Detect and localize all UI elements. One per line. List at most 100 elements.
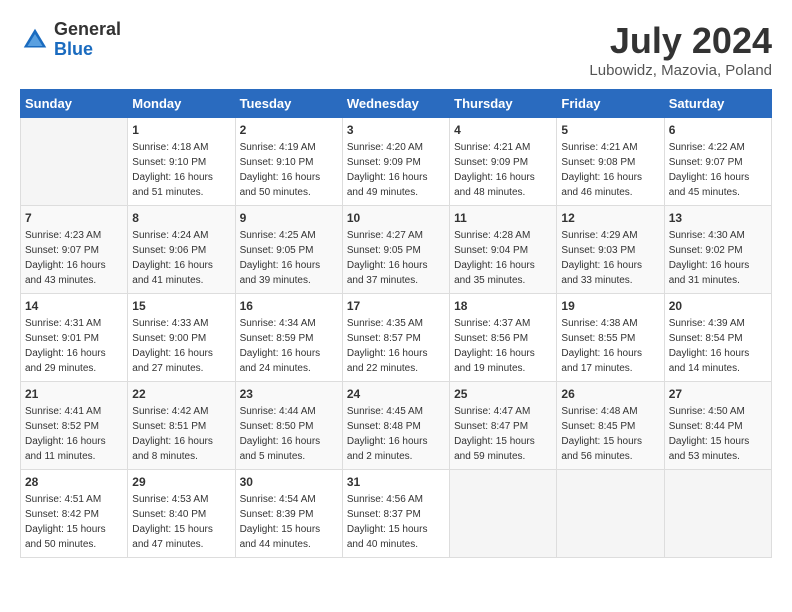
day-number: 11 — [454, 211, 552, 225]
calendar-week-row: 1Sunrise: 4:18 AMSunset: 9:10 PMDaylight… — [21, 118, 772, 206]
calendar-day-cell: 4 Sunrise: 4:21 AMSunset: 9:09 PMDaylight… — [450, 118, 557, 206]
month-year: July 2024 — [589, 20, 772, 62]
day-number: 16 — [240, 299, 338, 313]
calendar-day-cell — [664, 470, 771, 558]
day-info: Sunrise: 4:41 AMSunset: 8:52 PMDaylight:… — [25, 404, 123, 464]
day-info: Sunrise: 4:56 AMSunset: 8:37 PMDaylight:… — [347, 492, 445, 552]
calendar-day-cell: 11 Sunrise: 4:28 AMSunset: 9:04 PMDayligh… — [450, 206, 557, 294]
day-number: 20 — [669, 299, 767, 313]
calendar-day-cell: 22 Sunrise: 4:42 AMSunset: 8:51 PMDayligh… — [128, 382, 235, 470]
day-number: 27 — [669, 387, 767, 401]
logo-icon — [20, 25, 50, 55]
calendar-day-cell: 14 Sunrise: 4:31 AMSunset: 9:01 PMDayligh… — [21, 294, 128, 382]
day-info: Sunrise: 4:21 AMSunset: 9:08 PMDaylight:… — [561, 140, 659, 200]
day-info: Sunrise: 4:22 AMSunset: 9:07 PMDaylight:… — [669, 140, 767, 200]
calendar-day-cell: 10Sunrise: 4:27 AMSunset: 9:05 PMDayligh… — [342, 206, 449, 294]
day-info: Sunrise: 4:20 AMSunset: 9:09 PMDaylight:… — [347, 140, 445, 200]
day-info: Sunrise: 4:25 AMSunset: 9:05 PMDaylight:… — [240, 228, 338, 288]
calendar-day-cell: 29 Sunrise: 4:53 AMSunset: 8:40 PMDayligh… — [128, 470, 235, 558]
day-number: 4 — [454, 123, 552, 137]
calendar-week-row: 21Sunrise: 4:41 AMSunset: 8:52 PMDayligh… — [21, 382, 772, 470]
calendar-day-cell: 7 Sunrise: 4:23 AMSunset: 9:07 PMDaylight… — [21, 206, 128, 294]
day-number: 30 — [240, 475, 338, 489]
day-info: Sunrise: 4:53 AMSunset: 8:40 PMDaylight:… — [132, 492, 230, 552]
calendar-day-cell: 17 Sunrise: 4:35 AMSunset: 8:57 PMDayligh… — [342, 294, 449, 382]
day-info: Sunrise: 4:27 AMSunset: 9:05 PMDaylight:… — [347, 228, 445, 288]
calendar-day-cell — [450, 470, 557, 558]
day-number: 17 — [347, 299, 445, 313]
calendar-day-cell: 6 Sunrise: 4:22 AMSunset: 9:07 PMDaylight… — [664, 118, 771, 206]
calendar-day-cell: 28 Sunrise: 4:51 AMSunset: 8:42 PMDayligh… — [21, 470, 128, 558]
day-number: 15 — [132, 299, 230, 313]
day-number: 22 — [132, 387, 230, 401]
calendar-day-cell: 5 Sunrise: 4:21 AMSunset: 9:08 PMDaylight… — [557, 118, 664, 206]
day-info: Sunrise: 4:23 AMSunset: 9:07 PMDaylight:… — [25, 228, 123, 288]
day-info: Sunrise: 4:29 AMSunset: 9:03 PMDaylight:… — [561, 228, 659, 288]
day-number: 13 — [669, 211, 767, 225]
day-info: Sunrise: 4:38 AMSunset: 8:55 PMDaylight:… — [561, 316, 659, 376]
day-info: Sunrise: 4:34 AMSunset: 8:59 PMDaylight:… — [240, 316, 338, 376]
day-info: Sunrise: 4:28 AMSunset: 9:04 PMDaylight:… — [454, 228, 552, 288]
calendar-day-cell: 21Sunrise: 4:41 AMSunset: 8:52 PMDayligh… — [21, 382, 128, 470]
calendar-day-cell: 23 Sunrise: 4:44 AMSunset: 8:50 PMDayligh… — [235, 382, 342, 470]
day-number: 23 — [240, 387, 338, 401]
day-info: Sunrise: 4:33 AMSunset: 9:00 PMDaylight:… — [132, 316, 230, 376]
day-info: Sunrise: 4:31 AMSunset: 9:01 PMDaylight:… — [25, 316, 123, 376]
column-header-thursday: Thursday — [450, 90, 557, 118]
day-info: Sunrise: 4:21 AMSunset: 9:09 PMDaylight:… — [454, 140, 552, 200]
day-info: Sunrise: 4:30 AMSunset: 9:02 PMDaylight:… — [669, 228, 767, 288]
calendar-day-cell: 2 Sunrise: 4:19 AMSunset: 9:10 PMDaylight… — [235, 118, 342, 206]
day-number: 2 — [240, 123, 338, 137]
calendar-day-cell: 16 Sunrise: 4:34 AMSunset: 8:59 PMDayligh… — [235, 294, 342, 382]
calendar-day-cell: 8 Sunrise: 4:24 AMSunset: 9:06 PMDaylight… — [128, 206, 235, 294]
calendar-day-cell: 24Sunrise: 4:45 AMSunset: 8:48 PMDayligh… — [342, 382, 449, 470]
day-info: Sunrise: 4:47 AMSunset: 8:47 PMDaylight:… — [454, 404, 552, 464]
calendar-week-row: 7 Sunrise: 4:23 AMSunset: 9:07 PMDaylight… — [21, 206, 772, 294]
day-number: 24 — [347, 387, 445, 401]
calendar-day-cell: 19Sunrise: 4:38 AMSunset: 8:55 PMDayligh… — [557, 294, 664, 382]
calendar-day-cell: 15 Sunrise: 4:33 AMSunset: 9:00 PMDayligh… — [128, 294, 235, 382]
calendar-day-cell: 25Sunrise: 4:47 AMSunset: 8:47 PMDayligh… — [450, 382, 557, 470]
calendar-day-cell: 1Sunrise: 4:18 AMSunset: 9:10 PMDaylight… — [128, 118, 235, 206]
location: Lubowidz, Mazovia, Poland — [589, 62, 772, 79]
day-number: 5 — [561, 123, 659, 137]
calendar-day-cell: 27Sunrise: 4:50 AMSunset: 8:44 PMDayligh… — [664, 382, 771, 470]
day-info: Sunrise: 4:39 AMSunset: 8:54 PMDaylight:… — [669, 316, 767, 376]
calendar-day-cell: 26 Sunrise: 4:48 AMSunset: 8:45 PMDayligh… — [557, 382, 664, 470]
day-info: Sunrise: 4:44 AMSunset: 8:50 PMDaylight:… — [240, 404, 338, 464]
calendar-day-cell: 9Sunrise: 4:25 AMSunset: 9:05 PMDaylight… — [235, 206, 342, 294]
column-header-sunday: Sunday — [21, 90, 128, 118]
logo-text: General Blue — [54, 20, 121, 60]
calendar-day-cell: 18 Sunrise: 4:37 AMSunset: 8:56 PMDayligh… — [450, 294, 557, 382]
calendar-day-cell: 31Sunrise: 4:56 AMSunset: 8:37 PMDayligh… — [342, 470, 449, 558]
calendar-day-cell — [21, 118, 128, 206]
column-header-tuesday: Tuesday — [235, 90, 342, 118]
day-info: Sunrise: 4:54 AMSunset: 8:39 PMDaylight:… — [240, 492, 338, 552]
day-info: Sunrise: 4:24 AMSunset: 9:06 PMDaylight:… — [132, 228, 230, 288]
day-number: 8 — [132, 211, 230, 225]
column-header-friday: Friday — [557, 90, 664, 118]
day-number: 28 — [25, 475, 123, 489]
calendar-header-row: SundayMondayTuesdayWednesdayThursdayFrid… — [21, 90, 772, 118]
calendar-day-cell: 13 Sunrise: 4:30 AMSunset: 9:02 PMDayligh… — [664, 206, 771, 294]
day-info: Sunrise: 4:51 AMSunset: 8:42 PMDaylight:… — [25, 492, 123, 552]
day-info: Sunrise: 4:37 AMSunset: 8:56 PMDaylight:… — [454, 316, 552, 376]
calendar-day-cell: 20 Sunrise: 4:39 AMSunset: 8:54 PMDayligh… — [664, 294, 771, 382]
column-header-wednesday: Wednesday — [342, 90, 449, 118]
day-number: 12 — [561, 211, 659, 225]
day-info: Sunrise: 4:35 AMSunset: 8:57 PMDaylight:… — [347, 316, 445, 376]
title-block: July 2024 Lubowidz, Mazovia, Poland — [589, 20, 772, 79]
day-number: 18 — [454, 299, 552, 313]
day-number: 29 — [132, 475, 230, 489]
day-number: 6 — [669, 123, 767, 137]
calendar-week-row: 28 Sunrise: 4:51 AMSunset: 8:42 PMDayligh… — [21, 470, 772, 558]
day-info: Sunrise: 4:42 AMSunset: 8:51 PMDaylight:… — [132, 404, 230, 464]
day-number: 26 — [561, 387, 659, 401]
page-header: General Blue July 2024 Lubowidz, Mazovia… — [20, 20, 772, 79]
day-info: Sunrise: 4:18 AMSunset: 9:10 PMDaylight:… — [132, 140, 230, 200]
day-info: Sunrise: 4:19 AMSunset: 9:10 PMDaylight:… — [240, 140, 338, 200]
day-number: 14 — [25, 299, 123, 313]
day-number: 7 — [25, 211, 123, 225]
column-header-monday: Monday — [128, 90, 235, 118]
day-info: Sunrise: 4:48 AMSunset: 8:45 PMDaylight:… — [561, 404, 659, 464]
